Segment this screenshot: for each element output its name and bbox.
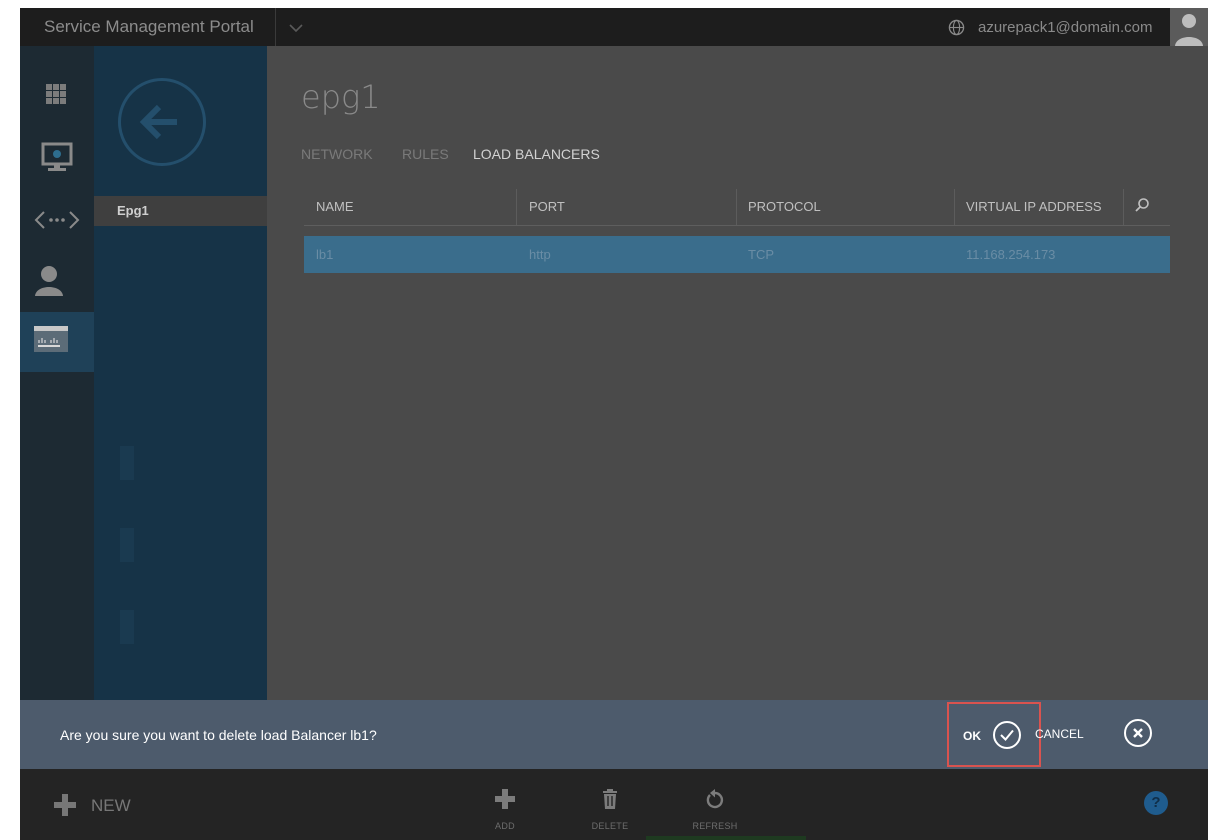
left-icon-rail <box>20 46 94 769</box>
add-label: ADD <box>495 821 515 831</box>
refresh-label: REFRESH <box>692 821 738 831</box>
confirmation-message: Are you sure you want to delete load Bal… <box>60 727 377 743</box>
top-divider <box>275 8 276 46</box>
cell-virtual-ip: 11.168.254.173 <box>966 247 1056 262</box>
cell-port: http <box>529 247 551 262</box>
rail-item-virtual-machines[interactable] <box>20 130 94 190</box>
main-content: epg1 NETWORK RULES LOAD BALANCERS NAME P… <box>267 46 1208 769</box>
table-row[interactable]: lb1 http TCP 11.168.254.173 <box>304 236 1170 273</box>
delete-label: DELETE <box>591 821 629 831</box>
new-label: NEW <box>91 796 131 815</box>
app-window: Service Management Portal azurepack1@dom… <box>0 0 1208 840</box>
confirmation-bar: Are you sure you want to delete load Bal… <box>20 700 1208 769</box>
portal-title[interactable]: Service Management Portal <box>44 17 254 37</box>
panel-item-epg1[interactable]: Epg1 <box>94 196 267 226</box>
rail-item-cisco[interactable] <box>20 312 94 372</box>
command-bar-accent <box>646 836 806 840</box>
cell-name: lb1 <box>316 247 334 262</box>
rail-item-all-items[interactable] <box>20 66 94 126</box>
avatar[interactable] <box>1170 8 1208 46</box>
checkmark-icon <box>993 721 1021 749</box>
user-email[interactable]: azurepack1@domain.com <box>978 19 1152 36</box>
column-header-name[interactable]: NAME <box>316 199 354 214</box>
back-arrow-icon <box>139 104 177 140</box>
panel-item-label: Epg1 <box>117 203 149 218</box>
plus-icon <box>54 794 76 816</box>
column-header-protocol[interactable]: PROTOCOL <box>748 199 821 214</box>
column-header-virtual-ip[interactable]: VIRTUAL IP ADDRESS <box>966 199 1102 214</box>
grid-icon <box>46 84 66 104</box>
tab-rules[interactable]: RULES <box>402 146 449 162</box>
column-divider <box>954 189 955 225</box>
ok-label: OK <box>963 729 981 743</box>
rail-item-networks[interactable] <box>20 190 94 250</box>
close-icon[interactable] <box>1124 719 1152 747</box>
network-icon <box>34 211 80 229</box>
user-avatar-icon <box>1175 14 1203 46</box>
search-icon[interactable] <box>1134 197 1150 213</box>
navigation-panel: Epg1 <box>94 46 267 769</box>
user-icon <box>35 266 63 296</box>
monitor-icon <box>41 142 73 171</box>
table-header: NAME PORT PROTOCOL VIRTUAL IP ADDRESS <box>304 189 1170 226</box>
panel-decoration <box>120 446 134 480</box>
column-header-port[interactable]: PORT <box>529 199 565 214</box>
panel-decoration <box>120 528 134 562</box>
rail-item-my-account[interactable] <box>20 252 94 312</box>
cisco-icon <box>34 326 68 352</box>
column-divider <box>736 189 737 225</box>
column-divider <box>516 189 517 225</box>
back-button[interactable] <box>118 78 206 166</box>
delete-button[interactable]: DELETE <box>575 777 645 837</box>
tab-network[interactable]: NETWORK <box>301 146 373 162</box>
help-icon[interactable]: ? <box>1144 791 1168 815</box>
panel-decoration <box>120 610 134 644</box>
globe-icon[interactable] <box>948 19 965 36</box>
new-button[interactable]: NEW <box>38 787 158 823</box>
tab-load-balancers[interactable]: LOAD BALANCERS <box>473 146 600 162</box>
plus-icon <box>495 789 515 809</box>
column-divider <box>1123 189 1124 225</box>
command-bar: NEW ADD DELETE REFRESH ? <box>20 769 1208 840</box>
cell-protocol: TCP <box>748 247 774 262</box>
trash-icon <box>603 789 617 809</box>
refresh-icon <box>706 789 724 809</box>
ok-button[interactable]: OK <box>947 702 1041 767</box>
top-bar: Service Management Portal azurepack1@dom… <box>20 8 1208 46</box>
page-title: epg1 <box>301 78 381 116</box>
cancel-label[interactable]: CANCEL <box>1035 727 1084 741</box>
add-button[interactable]: ADD <box>470 777 540 837</box>
refresh-button[interactable]: REFRESH <box>680 777 750 837</box>
chevron-down-icon[interactable] <box>286 18 306 38</box>
